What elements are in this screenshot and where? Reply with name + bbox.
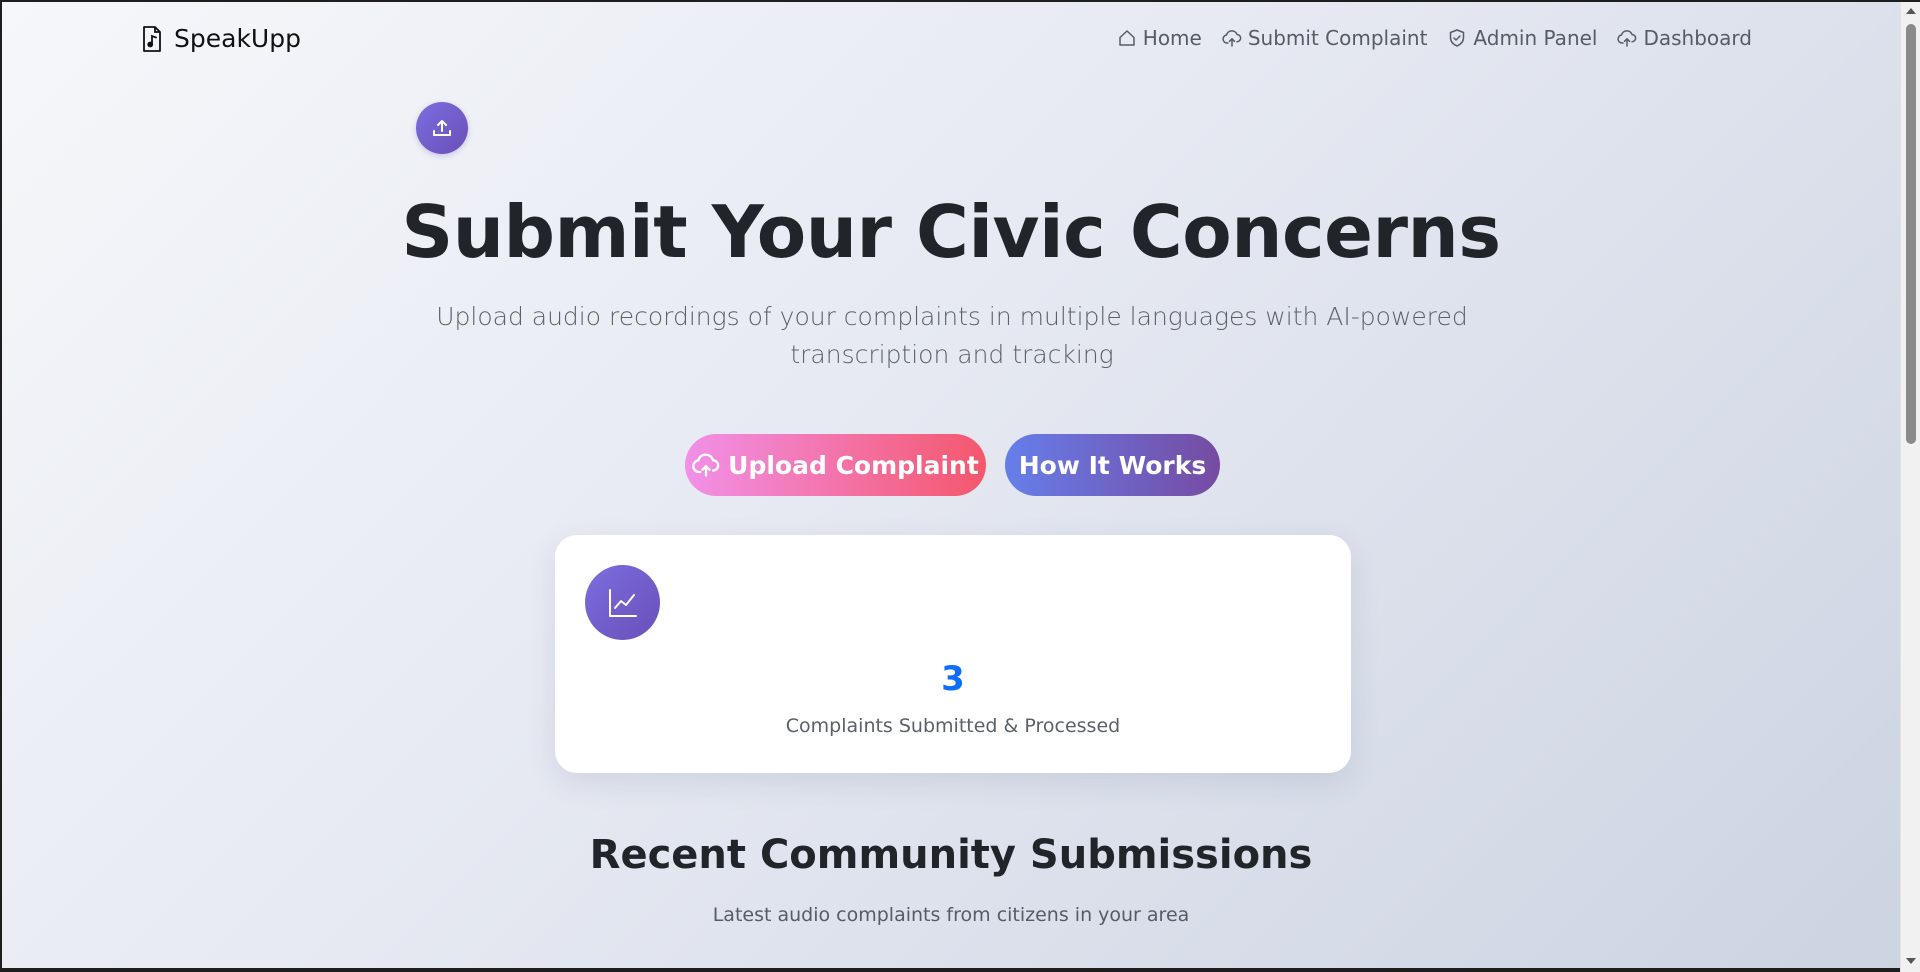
stats-card: 3 Complaints Submitted & Processed <box>555 535 1351 773</box>
scroll-up-arrow-icon[interactable] <box>1901 2 1920 20</box>
nav-item-home[interactable]: Home <box>1117 26 1202 50</box>
window-frame-left <box>0 0 2 972</box>
line-chart-icon <box>608 588 637 617</box>
cloud-upload-icon <box>1222 30 1242 47</box>
how-it-works-button[interactable]: How It Works <box>1005 434 1220 496</box>
recent-submissions-title: Recent Community Submissions <box>589 832 1313 878</box>
brand-name: SpeakUpp <box>174 24 301 53</box>
nav-item-label: Home <box>1142 26 1202 50</box>
window-frame-top <box>0 0 1920 2</box>
main-nav: Home Submit Complaint Admin Panel Dashbo… <box>1117 26 1752 50</box>
home-icon <box>1119 30 1135 46</box>
navbar: SpeakUpp Home Submit Complaint Admin Pan… <box>2 2 1900 77</box>
shield-icon <box>1450 29 1465 47</box>
hero-upload-badge <box>416 102 468 154</box>
nav-item-label: Admin Panel <box>1473 26 1598 50</box>
complaints-count-label: Complaints Submitted & Processed <box>785 715 1121 737</box>
page-title: Submit Your Civic Concerns <box>401 190 1501 274</box>
scrollbar-thumb[interactable] <box>1906 24 1916 444</box>
page: SpeakUpp Home Submit Complaint Admin Pan… <box>2 2 1900 968</box>
upload-icon <box>433 120 451 136</box>
stats-icon-badge <box>585 565 660 640</box>
nav-item-submit-complaint[interactable]: Submit Complaint <box>1222 26 1428 50</box>
cloud-upload-icon <box>692 453 720 477</box>
scroll-down-arrow-icon[interactable] <box>1901 952 1920 970</box>
page-subtitle: Upload audio recordings of your complain… <box>436 302 1468 369</box>
music-file-icon <box>143 25 161 52</box>
nav-item-admin-panel[interactable]: Admin Panel <box>1447 26 1597 50</box>
recent-submissions-subtitle: Latest audio complaints from citizens in… <box>712 904 1190 926</box>
nav-item-label: Dashboard <box>1643 26 1752 50</box>
complaints-count: 3 <box>941 659 965 699</box>
upload-complaint-label: Upload Complaint <box>728 450 979 480</box>
cloud-upload-icon <box>1617 30 1637 47</box>
nav-item-label: Submit Complaint <box>1247 26 1428 50</box>
how-it-works-label: How It Works <box>1018 450 1207 480</box>
upload-complaint-button[interactable]: Upload Complaint <box>685 434 986 496</box>
vertical-scrollbar[interactable] <box>1900 0 1920 972</box>
nav-item-dashboard[interactable]: Dashboard <box>1617 26 1752 50</box>
brand-link[interactable]: SpeakUpp <box>140 24 301 53</box>
window-frame-bottom <box>0 968 1900 972</box>
